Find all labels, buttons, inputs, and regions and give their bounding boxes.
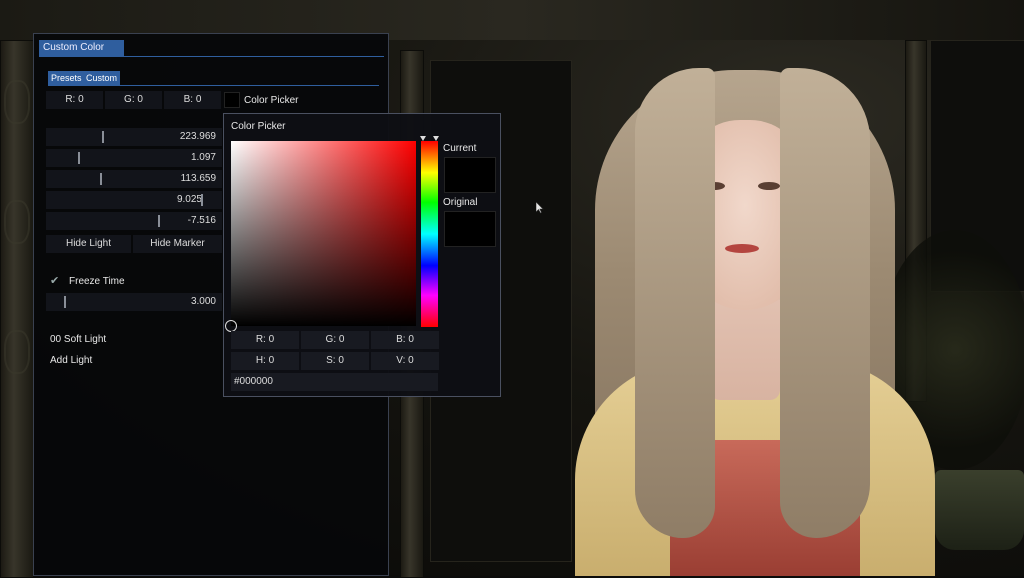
hue-bar[interactable] <box>421 141 438 327</box>
slider-3-handle[interactable] <box>100 173 102 185</box>
current-color-preview <box>444 157 496 193</box>
color-picker-popup: Color Picker Current Original R: 0 G: 0 … <box>223 113 501 397</box>
freeze-time-value: 3.000 <box>190 296 216 307</box>
slider-4[interactable]: 9.025 <box>46 191 222 209</box>
checkmark-icon[interactable]: ✔ <box>50 274 59 287</box>
slider-1-value: 223.969 <box>179 131 216 142</box>
character <box>575 60 935 576</box>
character-eye-right <box>758 182 780 190</box>
plant-pot <box>935 470 1024 550</box>
picker-r-field[interactable]: R: 0 <box>231 331 299 349</box>
saturation-value-field[interactable] <box>231 141 416 326</box>
slider-3-value: 113.659 <box>180 173 216 184</box>
rgb-g-field[interactable]: G: 0 <box>105 91 162 109</box>
tab-custom[interactable]: Custom <box>83 71 121 85</box>
picker-title: Color Picker <box>231 121 286 132</box>
color-swatch[interactable] <box>224 92 240 108</box>
hue-marker-left[interactable] <box>420 136 426 141</box>
slider-1[interactable]: 223.969 <box>46 128 222 146</box>
carving-left-3 <box>4 330 30 374</box>
hex-input[interactable]: #000000 <box>231 373 438 391</box>
freeze-time-label[interactable]: Freeze Time <box>69 276 125 287</box>
carving-left-2 <box>4 200 30 244</box>
picker-g-field[interactable]: G: 0 <box>301 331 369 349</box>
carving-left <box>4 80 30 124</box>
current-label: Current <box>443 143 477 154</box>
picker-s-field[interactable]: S: 0 <box>301 352 369 370</box>
slider-5[interactable]: -7.516 <box>46 212 222 230</box>
slider-2[interactable]: 1.097 <box>46 149 222 167</box>
rgb-b-field[interactable]: B: 0 <box>164 91 221 109</box>
hide-light-button[interactable]: Hide Light <box>46 235 131 253</box>
tab-divider <box>48 85 379 86</box>
light-list-item[interactable]: 00 Soft Light <box>50 334 106 345</box>
window-title: Custom Color <box>39 40 125 56</box>
character-lips <box>725 244 759 253</box>
rgb-r-field[interactable]: R: 0 <box>46 91 103 109</box>
slider-2-handle[interactable] <box>78 152 80 164</box>
add-light-button[interactable]: Add Light <box>50 355 92 366</box>
freeze-time-slider[interactable]: 3.000 <box>46 293 222 311</box>
slider-5-handle[interactable] <box>158 215 160 227</box>
color-picker-button[interactable]: Color Picker <box>244 95 298 106</box>
picker-b-field[interactable]: B: 0 <box>371 331 439 349</box>
slider-4-handle[interactable] <box>201 194 203 206</box>
slider-4-value: 9.025 <box>176 194 202 205</box>
tab-presets[interactable]: Presets <box>48 71 85 85</box>
slider-5-value: -7.516 <box>187 215 216 226</box>
original-label: Original <box>443 197 478 208</box>
slider-3[interactable]: 113.659 <box>46 170 222 188</box>
picker-v-field[interactable]: V: 0 <box>371 352 439 370</box>
character-hair-right <box>780 68 870 538</box>
mouse-pointer-icon <box>536 202 544 214</box>
slider-2-value: 1.097 <box>190 152 216 163</box>
hue-marker-right[interactable] <box>433 136 439 141</box>
hide-marker-button[interactable]: Hide Marker <box>133 235 222 253</box>
freeze-time-handle[interactable] <box>64 296 66 308</box>
original-color-preview[interactable] <box>444 211 496 247</box>
character-hair-left <box>635 68 715 538</box>
title-divider <box>39 56 384 57</box>
picker-h-field[interactable]: H: 0 <box>231 352 299 370</box>
slider-1-handle[interactable] <box>102 131 104 143</box>
